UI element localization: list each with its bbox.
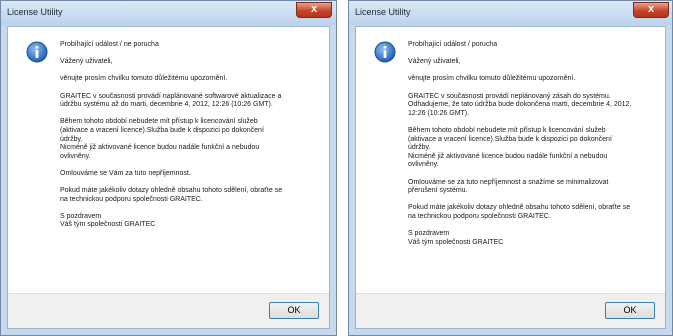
message-paragraph: Během tohoto období nebudete mít přístup…	[408, 126, 612, 169]
message-paragraph: Pokud máte jakékoliv dotazy ohledně obsa…	[408, 204, 631, 220]
message-paragraph: GRAITEC v současnosti provádí naplánovan…	[60, 92, 282, 109]
close-button[interactable]: x	[633, 2, 669, 18]
title-bar[interactable]: License Utility x	[1, 1, 336, 25]
info-icon	[374, 41, 396, 63]
message-heading: Probíhající událost / ne porucha	[60, 41, 159, 48]
message-paragraph: Pokud máte jakékoliv dotazy ohledně obsa…	[60, 187, 283, 203]
message-signature: S pozdravem Váš tým společnosti GRAITEC	[408, 230, 504, 246]
dialog-client-area: Probíhající událost / ne porucha Vážený …	[7, 26, 330, 329]
dialog-client-area: Probíhající událost / porucha Vážený uži…	[355, 26, 666, 329]
close-icon: x	[647, 3, 655, 15]
message-paragraph: GRAITEC v současnosti provádí neplánovan…	[408, 92, 632, 117]
message-greeting: Vážený uživateli,	[60, 58, 113, 66]
button-bar: OK	[8, 293, 329, 328]
license-utility-dialog-outage: License Utility x Probíhající událost / …	[348, 0, 673, 336]
title-bar[interactable]: License Utility x	[349, 1, 672, 25]
ok-button[interactable]: OK	[605, 302, 655, 319]
button-bar: OK	[356, 293, 665, 328]
message-paragraph: Během tohoto období nebudete mít přístup…	[60, 118, 264, 160]
message-paragraph: věnujte prosím chvilku tomuto důležitému…	[408, 75, 576, 83]
message-heading: Probíhající událost / porucha	[408, 41, 498, 48]
close-icon: x	[310, 3, 318, 15]
license-utility-dialog-planned: License Utility x Probíhající událost / …	[0, 0, 337, 336]
window-title: License Utility	[355, 7, 411, 17]
message-body: Probíhající událost / porucha Vážený uži…	[408, 41, 657, 256]
message-signature: S pozdravem Váš tým společnosti GRAITEC	[60, 212, 156, 229]
message-paragraph: Omlouváme se Vám za tuto nepříjemnost.	[60, 169, 191, 177]
window-title: License Utility	[7, 7, 63, 17]
message-paragraph: věnujte prosím chvilku tomuto důležitému…	[60, 75, 228, 83]
message-body: Probíhající událost / ne porucha Vážený …	[60, 41, 321, 239]
ok-button[interactable]: OK	[269, 302, 319, 319]
close-button[interactable]: x	[296, 2, 332, 18]
message-paragraph: Omlouváme se za tuto nepříjemnost a snaž…	[408, 178, 609, 195]
info-icon	[26, 41, 48, 63]
message-greeting: Vážený uživateli,	[408, 58, 461, 66]
